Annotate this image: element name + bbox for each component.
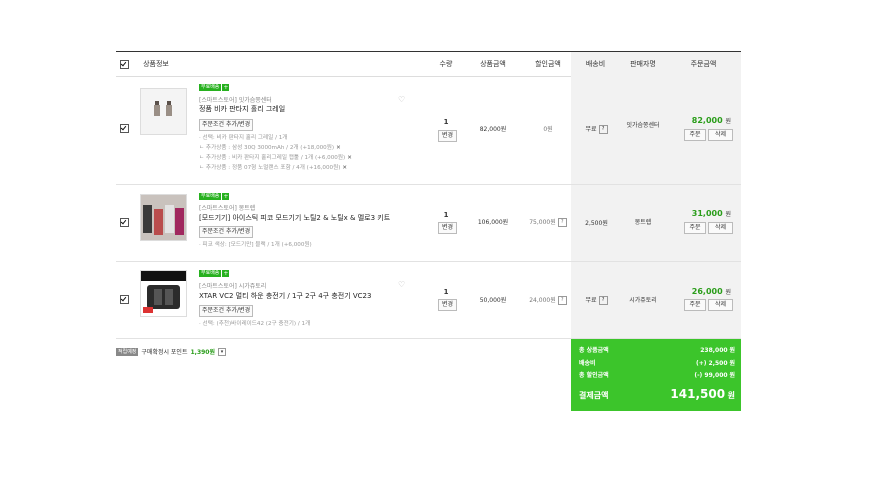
order-button[interactable]: 주문: [684, 222, 706, 234]
summary-product-total: 총 상품금액 238,000 원: [579, 347, 735, 354]
seller-line: [스마트스토어] 몽트렙: [199, 205, 256, 212]
shipping-fee: 무료?: [572, 124, 621, 134]
option-change-button[interactable]: 주문조건 추가/변경: [199, 226, 254, 238]
delete-button[interactable]: 삭제: [708, 129, 733, 141]
product-thumbnail[interactable]: [140, 88, 187, 135]
item-checkbox[interactable]: [120, 218, 129, 227]
header-order-amount: 주문금액: [666, 52, 741, 76]
heart-icon[interactable]: ♡: [398, 95, 405, 104]
delete-button[interactable]: 삭제: [708, 299, 733, 311]
seller-name: 시가쥬토리: [629, 297, 657, 304]
header-seller: 판매자명: [620, 52, 666, 76]
header-product-info: 상품정보: [143, 60, 169, 68]
question-icon[interactable]: ?: [598, 125, 608, 134]
discount-amount: 75,000원?: [523, 217, 573, 227]
order-button[interactable]: 주문: [684, 129, 706, 141]
option-line: ㄴ 추가상품 : 삼성 30Q 3000mAh / 2개 (+18,000원) ✕: [199, 145, 341, 151]
point-label: 구매확정시 포인트: [141, 349, 188, 356]
item-checkbox[interactable]: [120, 295, 129, 304]
summary-shipping: 배송비 (+) 2,500 원: [579, 360, 735, 367]
seller-name: 몽트렙: [634, 219, 652, 226]
discount-amount: 0원: [543, 126, 553, 133]
chevron-down-icon[interactable]: ▾: [217, 347, 226, 356]
question-icon[interactable]: ?: [557, 296, 567, 305]
header-product-amount: 상품금액: [480, 60, 506, 68]
cart-item-row: 무료배송 + [스마트스토어] 몽트렙 [모드기기] 아이스틱 피코 모드기기 노…: [116, 185, 741, 262]
option-change-button[interactable]: 주문조건 추가/변경: [199, 305, 254, 317]
discount-amount: 24,000원?: [523, 295, 573, 305]
product-thumbnail[interactable]: [140, 194, 187, 241]
header-shipping: 배송비: [571, 52, 620, 76]
close-icon[interactable]: ✕: [342, 165, 347, 171]
option-line: ㄴ 추가상품 : 비카 판타지 홀리그레일 캡툴 / 1개 (+6,000원) ✕: [199, 155, 352, 161]
order-summary: 총 상품금액 238,000 원 배송비 (+) 2,500 원 총 할인금액 (-)…: [571, 339, 741, 411]
point-tag: 적립예정: [116, 347, 139, 356]
qty-change-button[interactable]: 변경: [438, 130, 457, 142]
point-value: 1,390원: [190, 349, 215, 356]
free-shipping-badge: 무료배송 +: [199, 84, 230, 91]
option-change-button[interactable]: 주문조건 추가/변경: [199, 119, 254, 131]
option-line: ㄴ 추가상품 : 정품 07형 노멀랜스 포함 / 4개 (+16,000원) ✕: [199, 165, 348, 171]
product-name[interactable]: 정품 비카 판타지 홀리 그레일: [199, 104, 285, 114]
cart-item-row: 무료배송 + [스마트스토어] 잇가슴쫑센터 정품 비카 판타지 홀리 그레일 ♡…: [116, 76, 741, 185]
order-button[interactable]: 주문: [684, 299, 706, 311]
heart-icon[interactable]: ♡: [398, 280, 405, 289]
product-amount: 50,000원: [479, 297, 507, 304]
item-total: 82,000 원: [691, 116, 731, 125]
qty-change-button[interactable]: 변경: [438, 222, 457, 234]
quantity: 1: [443, 288, 449, 296]
header-discount-amount: 할인금액: [535, 60, 561, 68]
product-thumbnail[interactable]: [140, 270, 187, 317]
product-name[interactable]: [모드기기] 아이스틱 피코 모드기기 노틸2 & 노틸x & 멜로3 키트: [199, 213, 390, 223]
item-checkbox[interactable]: [120, 124, 129, 133]
header-qty: 수량: [439, 60, 453, 68]
select-all-checkbox[interactable]: [120, 60, 129, 69]
option-line: · 선택: (추천)바이레이드42 (2구 충전기) / 1개: [199, 321, 311, 327]
option-line: · 피코 색상: [모드기만] 블랙 / 1개 (+6,000원): [199, 242, 312, 248]
summary-discount: 총 할인금액 (-) 99,000 원: [579, 372, 735, 379]
close-icon[interactable]: ✕: [336, 145, 341, 151]
point-info: 적립예정 구매확정시 포인트 1,390원 ▾: [116, 347, 226, 356]
question-icon[interactable]: ?: [557, 218, 567, 227]
seller-line: [스마트스토어] 시가쥬토리: [199, 283, 267, 290]
qty-change-button[interactable]: 변경: [438, 299, 457, 311]
quantity: 1: [443, 118, 449, 126]
close-icon[interactable]: ✕: [347, 155, 352, 161]
delete-button[interactable]: 삭제: [708, 222, 733, 234]
seller-name: 잇가슴쫑센터: [626, 122, 660, 129]
shipping-fee: 2,500원: [585, 220, 608, 227]
question-icon[interactable]: ?: [598, 296, 608, 305]
quantity: 1: [443, 211, 449, 219]
shipping-fee: 무료?: [572, 295, 621, 305]
free-shipping-badge: 무료배송 +: [199, 270, 230, 277]
item-total: 26,000 원: [691, 287, 731, 296]
summary-pay: 결제금액 141,500 원: [579, 387, 735, 401]
option-line: · 선택: 비카 판타지 홀리 그레일 / 1개: [199, 135, 288, 141]
product-amount: 106,000원: [477, 219, 509, 226]
cart-item-row: 무료배송 + [스마트스토어] 시가쥬토리 XTAR VC2 멀티 하운 충전기 …: [116, 262, 741, 339]
product-name[interactable]: XTAR VC2 멀티 하운 충전기 / 1구 2구 4구 충전기 VC23: [199, 291, 371, 301]
product-amount: 82,000원: [479, 126, 507, 133]
free-shipping-badge: 무료배송 +: [199, 193, 230, 200]
cart-header: 상품정보 수량 상품금액 할인금액 배송비 판매자명 주문금액: [116, 51, 741, 77]
seller-line: [스마트스토어] 잇가슴쫑센터: [199, 97, 272, 104]
item-total: 31,000 원: [691, 209, 731, 218]
